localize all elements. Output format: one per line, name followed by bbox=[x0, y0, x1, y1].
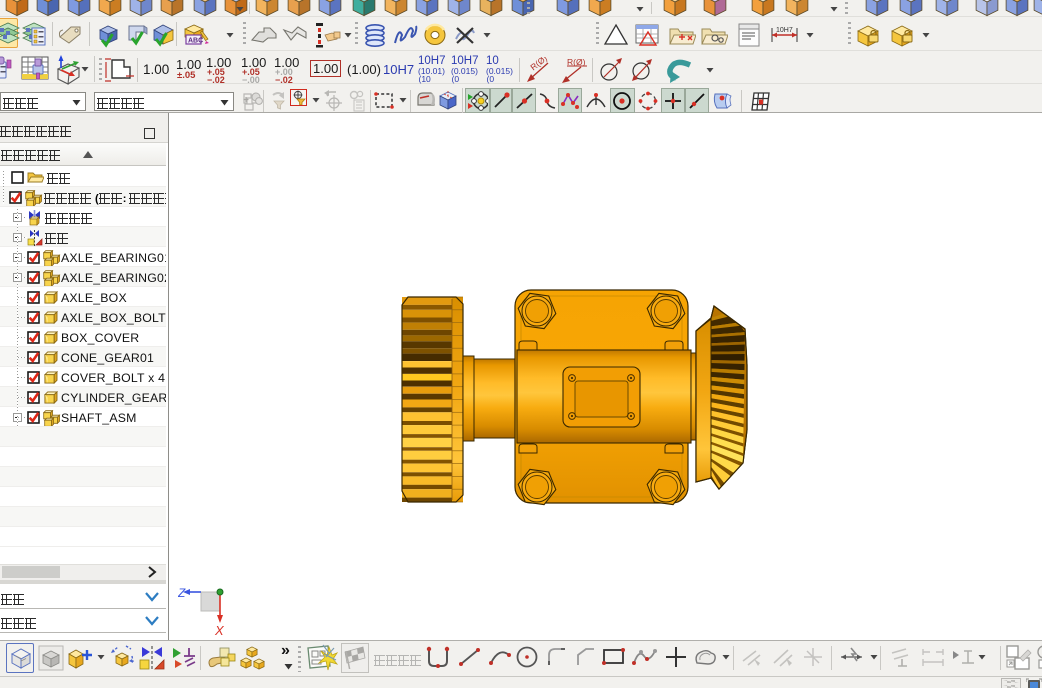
svg-text:X: X bbox=[214, 623, 225, 638]
svg-text:ABC: ABC bbox=[188, 38, 203, 45]
svg-text:Z: Z bbox=[178, 586, 186, 600]
svg-text:10H7: 10H7 bbox=[776, 27, 793, 34]
